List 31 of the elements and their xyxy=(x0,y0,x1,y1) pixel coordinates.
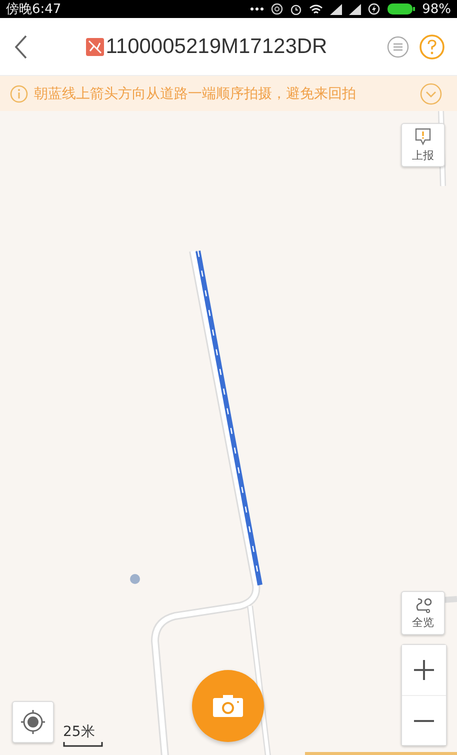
page-title: 1100005219M17123DR xyxy=(106,34,328,58)
report-button[interactable]: 上报 xyxy=(401,123,445,167)
signal-icon xyxy=(349,4,362,14)
expand-icon[interactable] xyxy=(420,82,442,104)
button-label: 上报 xyxy=(412,148,434,162)
camera-icon xyxy=(213,695,243,717)
scale-bar-icon xyxy=(63,742,103,747)
battery-percent: 98% xyxy=(422,2,451,16)
signal-icon xyxy=(330,4,342,14)
plus-icon xyxy=(414,660,434,680)
menu-icon[interactable] xyxy=(387,36,409,58)
wifi-icon xyxy=(309,4,324,14)
locate-icon xyxy=(20,709,46,735)
alert-icon xyxy=(415,128,431,146)
scale-label: 25米 xyxy=(63,723,96,741)
back-icon[interactable] xyxy=(14,34,28,58)
more-icon xyxy=(250,7,264,11)
zoom-in-button[interactable] xyxy=(402,645,446,695)
notice-text: 朝蓝线上箭头方向从道路一端顺序拍摄，避免来回拍 xyxy=(34,84,357,102)
help-icon[interactable] xyxy=(419,34,445,60)
alarm-icon xyxy=(290,3,302,15)
ring-icon xyxy=(271,3,284,15)
charging-icon xyxy=(368,3,380,15)
battery-icon xyxy=(387,3,416,15)
button-label: 全览 xyxy=(412,616,434,630)
locate-button[interactable] xyxy=(12,701,54,743)
status-time: 傍晚6:47 xyxy=(6,1,62,18)
info-icon xyxy=(10,84,28,102)
overview-button[interactable]: 全览 xyxy=(401,591,445,635)
photo-off-icon xyxy=(86,38,104,56)
minus-icon xyxy=(414,720,434,722)
